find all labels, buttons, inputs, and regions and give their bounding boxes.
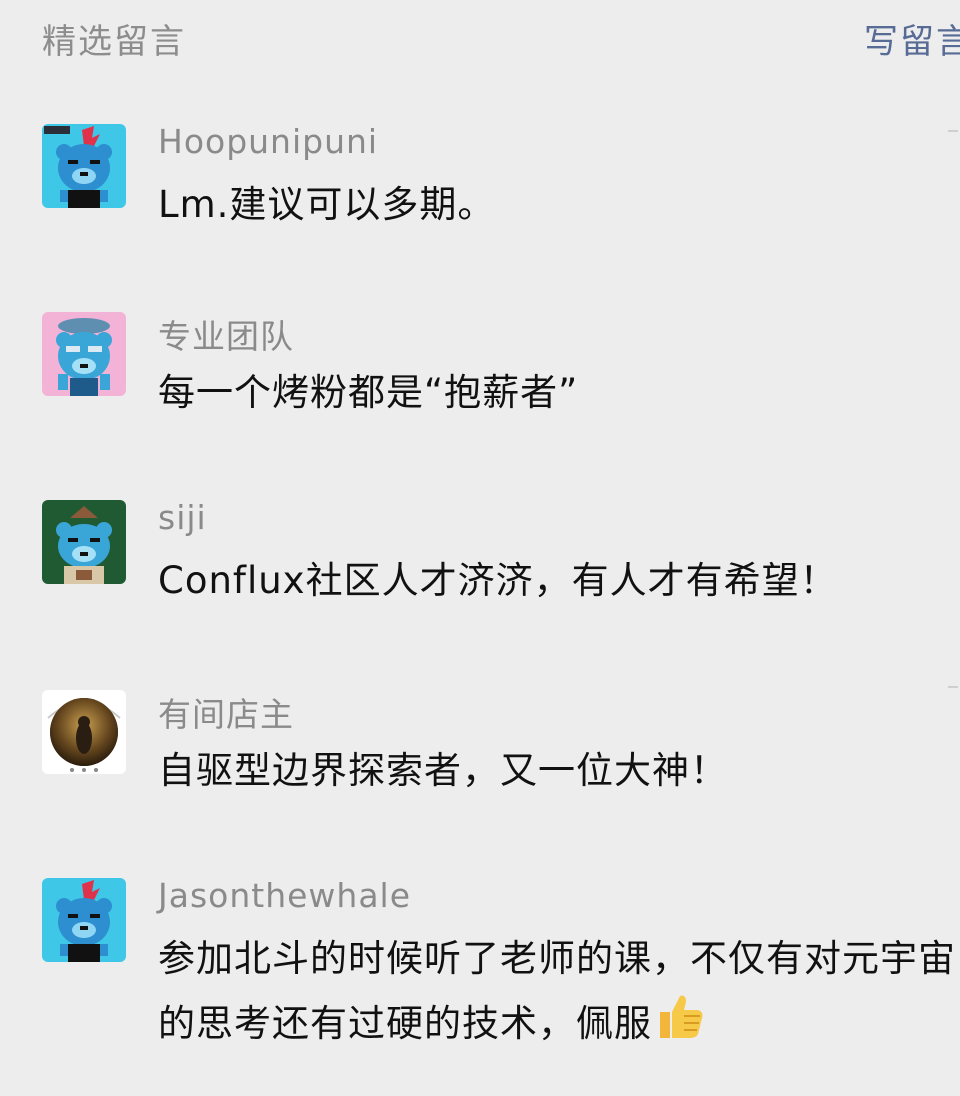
avatar[interactable] [42, 124, 126, 208]
section-title: 精选留言 [42, 22, 186, 62]
avatar[interactable] [42, 690, 126, 774]
avatar[interactable] [42, 878, 126, 962]
blue-bear-avatar-icon [42, 500, 126, 584]
thumbs-up-icon [654, 990, 706, 1061]
blue-bear-avatar-icon [42, 124, 126, 208]
write-comment-button[interactable]: 写留言 [864, 14, 960, 63]
portrait-avatar-icon [42, 690, 126, 774]
blue-bear-avatar-icon [42, 878, 126, 962]
comment-nickname[interactable]: Hoopunipuni [158, 122, 378, 161]
edge-divider [948, 686, 958, 688]
avatar[interactable] [42, 312, 126, 396]
comment-content: Lm.建议可以多期。 [158, 183, 496, 226]
comment-nickname[interactable]: 有间店主 [158, 688, 294, 736]
edge-divider [948, 130, 958, 132]
comments-header: 精选留言 写留言 [0, 0, 960, 80]
comment-text: 参加北斗的时候听了老师的课，不仅有对元宇宙的思考还有过硬的技术，佩服 [158, 937, 956, 1045]
avatar[interactable] [42, 500, 126, 584]
comment-nickname[interactable]: 专业团队 [158, 310, 294, 358]
comment-content: Conflux社区人才济济，有人才有希望！ [158, 559, 838, 602]
comment-nickname[interactable]: Jasonthewhale [158, 876, 411, 915]
comment-content: 每一个烤粉都是“抱薪者” [158, 371, 579, 414]
comment-content: 参加北斗的时候听了老师的课，不仅有对元宇宙的思考还有过硬的技术，佩服 [158, 928, 958, 1061]
comment-content: 自驱型边界探索者，又一位大神！ [158, 749, 728, 792]
blue-bear-avatar-icon [42, 312, 126, 396]
comment-nickname[interactable]: siji [158, 498, 207, 537]
